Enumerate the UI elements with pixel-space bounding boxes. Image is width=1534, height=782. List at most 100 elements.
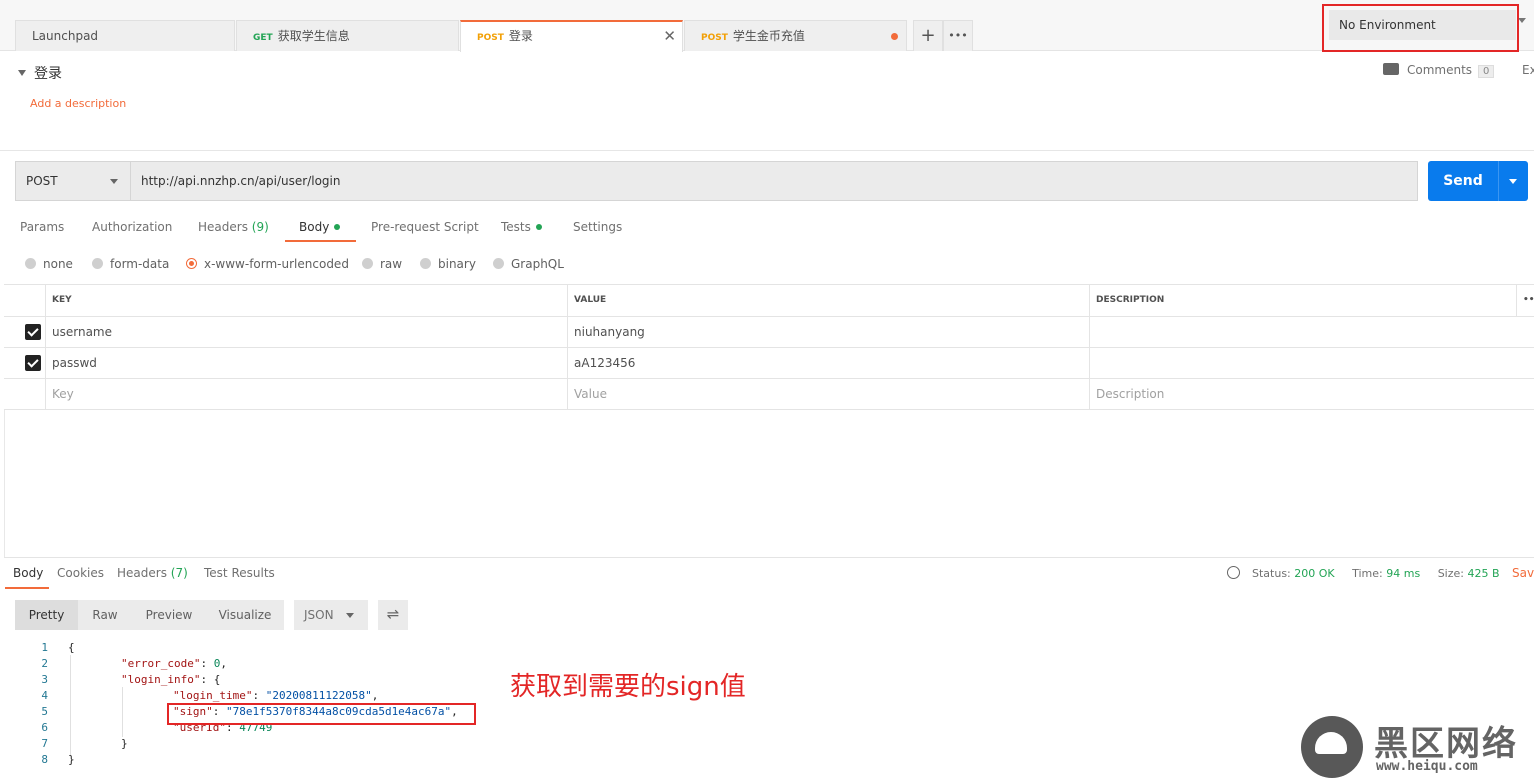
radio-urlencoded[interactable]: x-www-form-urlencoded [186, 257, 349, 271]
param-value[interactable]: niuhanyang [567, 317, 1089, 347]
indent-guide [122, 687, 123, 737]
tab-settings[interactable]: Settings [573, 220, 622, 234]
tab-prerequest-script[interactable]: Pre-request Script [371, 220, 479, 234]
tab-tests[interactable]: Tests [501, 220, 542, 234]
add-tab-button[interactable]: + [913, 20, 943, 51]
line-number: 7 [41, 737, 48, 750]
close-icon[interactable]: ✕ [663, 22, 676, 51]
param-description[interactable] [1089, 317, 1534, 347]
radio-label: form-data [110, 257, 170, 271]
tab-headers[interactable]: Headers (9) [198, 220, 269, 234]
response-tab-body[interactable]: Body [13, 566, 43, 580]
description-placeholder[interactable]: Description [1089, 379, 1534, 409]
key-placeholder[interactable]: Key [45, 379, 567, 409]
view-preview-button[interactable]: Preview [132, 600, 206, 630]
tab-authorization[interactable]: Authorization [92, 220, 172, 234]
divider [4, 557, 1534, 558]
code-line: "login_time": "20200811122058", [173, 689, 379, 702]
json-key: "login_time" [173, 689, 253, 702]
code-line: "login_info": { [121, 673, 220, 686]
radio-circle-icon [420, 258, 431, 269]
active-dot-icon [535, 224, 542, 230]
code-line: "error_code": 0, [121, 657, 227, 670]
json-key: "login_info" [121, 673, 201, 686]
radio-circle-icon [92, 258, 103, 269]
table-row: passwd aA123456 [4, 348, 1534, 379]
tab-label: 获取学生信息 [277, 29, 350, 43]
tab-recharge[interactable]: POST 学生金币充值 [684, 20, 907, 51]
table-header-row: KEY VALUE DESCRIPTION •• [4, 285, 1534, 317]
tab-body-label: Body [299, 220, 330, 234]
chevron-down-icon[interactable] [1518, 18, 1526, 23]
response-tab-cookies[interactable]: Cookies [57, 566, 104, 580]
json-value: "20200811122058" [265, 689, 372, 702]
radio-binary[interactable]: binary [420, 257, 476, 271]
tab-tests-label: Tests [501, 220, 531, 234]
request-title-text: 登录 [34, 66, 62, 82]
checkbox-checked-icon[interactable] [25, 324, 41, 340]
checkbox-checked-icon[interactable] [25, 355, 41, 371]
tab-label: Launchpad [32, 29, 99, 43]
request-title[interactable]: 登录 [18, 63, 62, 83]
tab-launchpad[interactable]: Launchpad [15, 20, 235, 51]
radio-raw[interactable]: raw [362, 257, 402, 271]
send-button[interactable]: Send [1428, 161, 1498, 201]
table-row: username niuhanyang [4, 317, 1534, 348]
watermark-url: www.heiqu.com [1376, 759, 1478, 774]
add-description-link[interactable]: Add a description [30, 97, 126, 110]
comments-button[interactable]: Comments 0 [1383, 63, 1495, 78]
view-raw-button[interactable]: Raw [78, 600, 132, 630]
size-value: 425 B [1467, 567, 1500, 580]
more-columns-icon[interactable]: •• [1516, 285, 1534, 316]
column-value: VALUE [567, 285, 1089, 316]
url-input[interactable]: http://api.nnzhp.cn/api/user/login [130, 161, 1418, 201]
view-mode-group: Pretty Raw Preview Visualize [15, 600, 284, 630]
view-visualize-button[interactable]: Visualize [206, 600, 284, 630]
radio-label: binary [438, 257, 476, 271]
export-link[interactable]: Ex [1522, 63, 1534, 77]
tab-login[interactable]: POST 登录 ✕ [460, 20, 683, 52]
tab-get-student-info[interactable]: GET 获取学生信息 [236, 20, 459, 51]
unsaved-dot-icon [891, 33, 898, 40]
column-key: KEY [45, 285, 567, 316]
radio-graphql[interactable]: GraphQL [493, 257, 564, 271]
response-tab-test-results[interactable]: Test Results [204, 566, 275, 580]
wrap-lines-icon[interactable]: ⇌ [378, 600, 408, 630]
param-key[interactable]: username [45, 317, 567, 347]
globe-icon[interactable] [1227, 566, 1240, 579]
radio-circle-icon [362, 258, 373, 269]
status-value: 200 OK [1294, 567, 1335, 580]
save-response-button[interactable]: Save [1512, 566, 1534, 580]
json-value: 0 [213, 657, 221, 670]
radio-label: GraphQL [511, 257, 564, 271]
value-placeholder[interactable]: Value [567, 379, 1089, 409]
time-label: Time: [1352, 567, 1383, 580]
tab-label: 登录 [508, 29, 533, 43]
radio-label: none [43, 257, 73, 271]
watermark-logo-icon [1301, 716, 1363, 778]
tab-params[interactable]: Params [20, 220, 64, 234]
more-tabs-button[interactable]: ••• [943, 20, 973, 51]
param-description[interactable] [1089, 348, 1534, 378]
method-tag: POST [701, 33, 728, 43]
response-tab-headers-label: Headers [117, 566, 167, 580]
radio-none[interactable]: none [25, 257, 73, 271]
tab-body[interactable]: Body [299, 220, 341, 234]
radio-form-data[interactable]: form-data [92, 257, 169, 271]
param-value[interactable]: aA123456 [567, 348, 1089, 378]
watermark-title: 黑区网络 [1374, 724, 1518, 764]
line-number: 8 [41, 753, 48, 766]
param-key[interactable]: passwd [45, 348, 567, 378]
chevron-down-icon [1509, 179, 1517, 184]
json-key: "error_code" [121, 657, 201, 670]
chevron-down-icon[interactable] [110, 179, 118, 184]
send-options-button[interactable] [1498, 161, 1528, 201]
response-tab-headers[interactable]: Headers (7) [117, 566, 188, 580]
format-select[interactable]: JSON [294, 600, 368, 630]
table-row-new: Key Value Description [4, 379, 1534, 410]
highlight-box-environment [1322, 4, 1519, 52]
view-pretty-button[interactable]: Pretty [15, 600, 78, 630]
size-label: Size: [1437, 567, 1464, 580]
line-number: 3 [41, 673, 48, 686]
chevron-down-icon[interactable] [346, 613, 354, 618]
